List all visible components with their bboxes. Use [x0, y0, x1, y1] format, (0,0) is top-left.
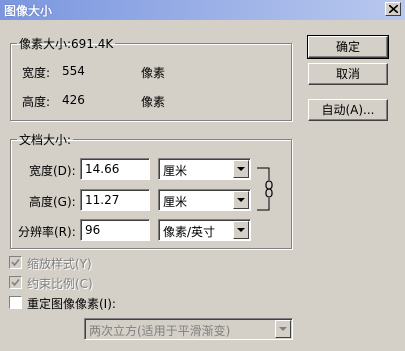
pixel-height-value: 426	[62, 93, 85, 107]
pixel-height-label: 高度:	[22, 95, 51, 109]
scale-styles-checkbox[interactable]	[9, 256, 22, 269]
chevron-down-icon	[233, 191, 249, 209]
chevron-down-icon	[275, 320, 291, 338]
doc-height-unit-select[interactable]: 厘米	[158, 189, 251, 211]
pixel-height-unit: 像素	[141, 95, 166, 109]
doc-height-input[interactable]	[80, 189, 150, 211]
chain-link-icon	[264, 180, 274, 198]
close-icon	[389, 5, 398, 13]
close-button[interactable]	[385, 2, 401, 16]
doc-height-label: 高度(G):	[29, 195, 76, 209]
resample-label: 重定图像像素(I):	[27, 297, 116, 311]
pixel-width-label: 宽度:	[22, 66, 51, 80]
scale-styles-label: 缩放样式(Y)	[27, 257, 92, 271]
resolution-label: 分辨率(R):	[18, 225, 76, 239]
doc-width-label: 宽度(D):	[29, 164, 76, 178]
document-size-legend: 文档大小:	[19, 133, 72, 147]
chevron-down-icon	[233, 221, 249, 239]
doc-height-unit-value: 厘米	[163, 195, 188, 209]
resolution-input[interactable]	[80, 219, 150, 241]
checkmark-icon	[11, 278, 20, 287]
window-title: 图像大小	[4, 4, 53, 18]
doc-width-input[interactable]	[80, 158, 150, 180]
checkmark-icon	[11, 258, 20, 267]
resample-checkbox[interactable]	[9, 296, 22, 309]
constrain-proportions-checkbox[interactable]	[9, 276, 22, 289]
resolution-unit-value: 像素/英寸	[163, 225, 216, 239]
cancel-button[interactable]: 取消	[308, 63, 388, 85]
chevron-down-icon	[233, 160, 249, 178]
doc-width-unit-value: 厘米	[163, 164, 188, 178]
resample-method-select[interactable]: 两次立方(适用于平滑渐变)	[84, 318, 293, 340]
pixel-width-unit: 像素	[141, 66, 166, 80]
pixel-dimensions-legend: 像素大小:691.4K	[19, 37, 114, 51]
resample-method-value: 两次立方(适用于平滑渐变)	[89, 324, 231, 338]
auto-button[interactable]: 自动(A)...	[308, 99, 388, 121]
doc-width-unit-select[interactable]: 厘米	[158, 158, 251, 180]
title-bar: 图像大小	[0, 0, 405, 20]
resolution-unit-select[interactable]: 像素/英寸	[158, 219, 251, 241]
pixel-width-value: 554	[62, 64, 85, 78]
ok-button[interactable]: 确定	[307, 35, 389, 59]
constrain-proportions-label: 约束比例(C)	[27, 277, 93, 291]
